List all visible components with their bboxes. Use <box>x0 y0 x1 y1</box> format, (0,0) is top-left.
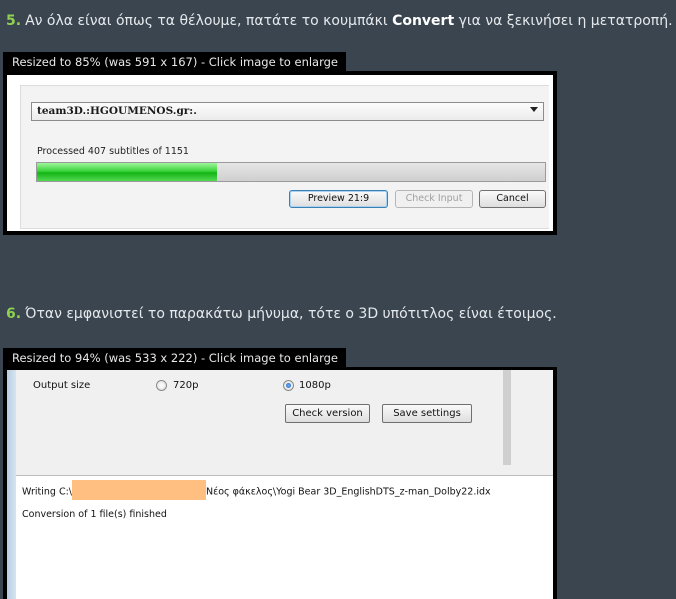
screenshot-finished[interactable]: Output size 720p 1080p Check version Sav… <box>3 367 557 599</box>
screenshot-progress[interactable]: team3D.:HGOUMENOS.gr:. Processed 407 sub… <box>3 71 557 235</box>
chevron-down-icon[interactable] <box>530 107 538 112</box>
log-line-finished: Conversion of 1 file(s) finished <box>22 509 167 520</box>
cancel-button[interactable]: Cancel <box>479 190 546 208</box>
step-text-part: Αν όλα είναι όπως τα θέλουμε, πατάτε το … <box>25 13 393 29</box>
radio-1080p[interactable] <box>283 380 294 391</box>
progress-fill <box>37 163 217 181</box>
radio-720p[interactable] <box>156 380 167 391</box>
log-path-prefix: Writing C:\ <box>22 486 72 498</box>
step-5-instruction: 5. Αν όλα είναι όπως τα θέλουμε, πατάτε τ… <box>6 13 673 29</box>
step-number: 6. <box>6 306 22 322</box>
screenshot-content: team3D.:HGOUMENOS.gr:. Processed 407 sub… <box>7 75 553 231</box>
radio-720p-label: 720p <box>173 380 199 391</box>
radio-1080p-label: 1080p <box>299 380 331 391</box>
resize-notice[interactable]: Resized to 85% (was 591 x 167) - Click i… <box>3 52 347 72</box>
output-size-label: Output size <box>33 380 91 391</box>
output-log: Writing C:\ Νέος φάκελος\Yogi Bear 3D_Eng… <box>16 475 553 599</box>
step-text-part: για να ξεκινήσει η μετατροπή. <box>454 13 673 29</box>
converter-panel: team3D.:HGOUMENOS.gr:. Processed 407 sub… <box>20 85 549 229</box>
window-border <box>7 370 16 599</box>
save-settings-button[interactable]: Save settings <box>382 404 472 423</box>
step-text: Όταν εμφανιστεί το παρακάτω μήνυμα, τότε… <box>25 306 557 322</box>
resize-notice[interactable]: Resized to 94% (was 533 x 222) - Click i… <box>3 348 347 368</box>
step-6-instruction: 6. Όταν εμφανιστεί το παρακάτω μήνυμα, τό… <box>6 306 557 322</box>
check-input-button[interactable]: Check Input <box>395 190 473 208</box>
processed-status: Processed 407 subtitles of 1151 <box>37 146 189 157</box>
log-line-writing: Writing C:\ Νέος φάκελος\Yogi Bear 3D_Eng… <box>22 480 491 500</box>
combobox-value: team3D.:HGOUMENOS.gr:. <box>37 105 197 117</box>
preview-button[interactable]: Preview 21:9 <box>289 190 388 208</box>
source-combobox[interactable]: team3D.:HGOUMENOS.gr:. <box>31 102 544 121</box>
step-number: 5. <box>6 13 22 29</box>
window-border <box>503 370 511 465</box>
check-version-button[interactable]: Check version <box>285 404 370 423</box>
screenshot-content: Output size 720p 1080p Check version Sav… <box>7 370 553 599</box>
progress-bar <box>36 162 546 182</box>
redacted-path-block <box>71 480 206 500</box>
convert-keyword: Convert <box>392 13 455 29</box>
log-path-suffix: Νέος φάκελος\Yogi Bear 3D_EnglishDTS_z-m… <box>205 486 491 498</box>
